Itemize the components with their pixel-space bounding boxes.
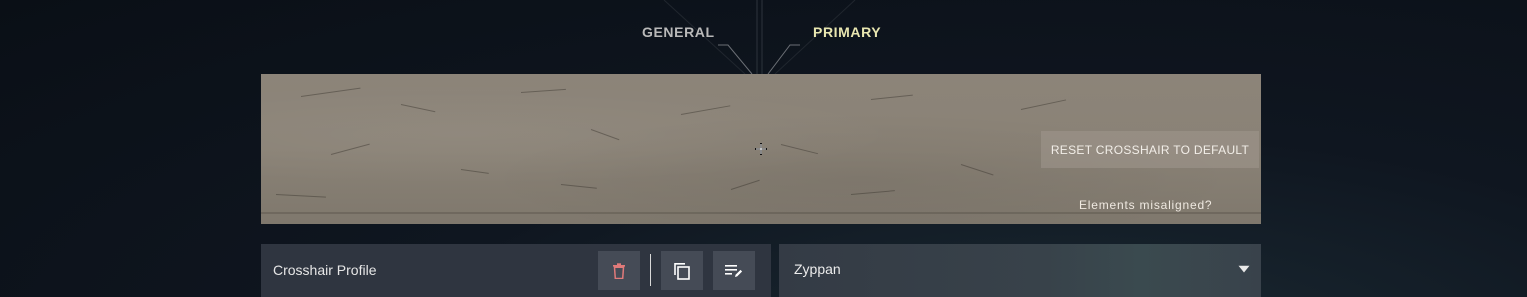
crosshair-profile-bar: Crosshair Profile: [261, 244, 771, 297]
selected-profile-value: Zyppan: [794, 261, 841, 277]
chevron-down-icon: [1238, 265, 1250, 273]
rename-icon: [725, 264, 743, 277]
delete-profile-button[interactable]: [598, 251, 640, 290]
decorative-lines: [663, 0, 856, 74]
tab-general[interactable]: GENERAL: [642, 24, 715, 40]
rename-profile-button[interactable]: [713, 251, 755, 290]
tab-bar: GENERAL PRIMARY: [0, 0, 1527, 74]
toolbar-divider: [650, 254, 651, 286]
trash-icon: [613, 262, 625, 279]
reset-crosshair-button[interactable]: RESET CROSSHAIR TO DEFAULT: [1041, 131, 1259, 168]
tab-primary[interactable]: PRIMARY: [813, 24, 881, 40]
crosshair-profile-select[interactable]: Zyppan: [779, 244, 1261, 297]
crosshair-profile-label: Crosshair Profile: [273, 262, 377, 278]
copy-icon: [674, 262, 690, 280]
copy-profile-button[interactable]: [661, 251, 703, 290]
crosshair-icon: [755, 143, 767, 155]
elements-misaligned-link[interactable]: Elements misaligned?: [1079, 198, 1212, 212]
